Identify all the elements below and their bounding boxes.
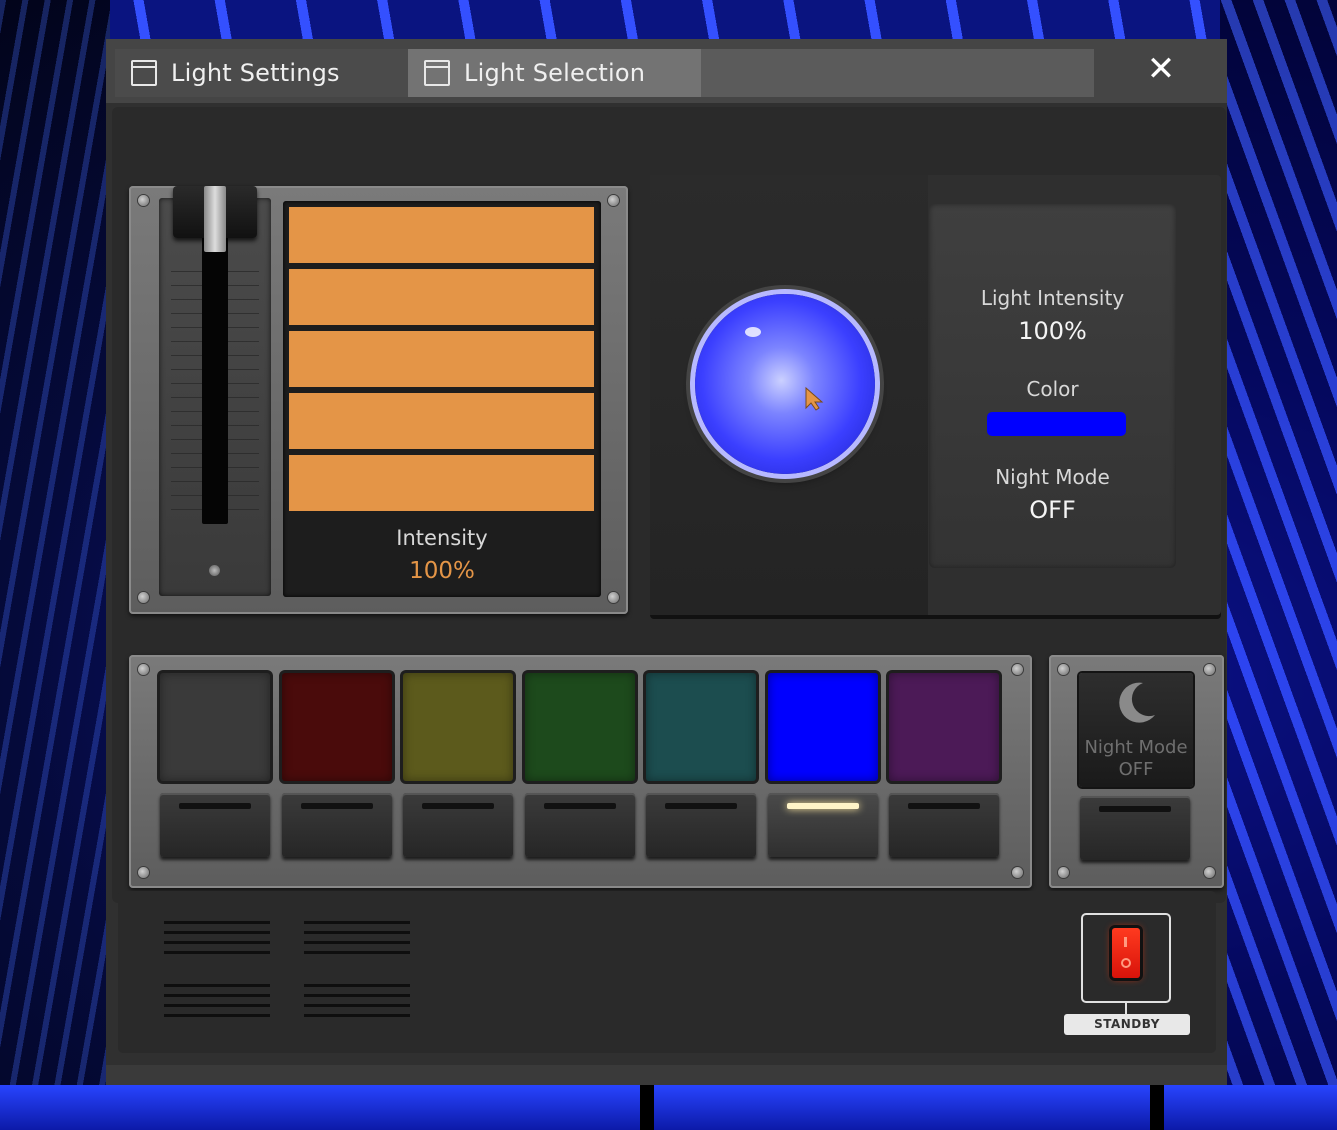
intensity-panel: Intensity 100% (129, 186, 628, 614)
tab-label: Light Selection (464, 59, 646, 87)
screw (138, 592, 149, 603)
tab-label: Light Settings (171, 59, 340, 87)
vent-grille (304, 921, 410, 959)
screw (138, 195, 149, 206)
color-swatch-purple[interactable] (889, 673, 999, 781)
screw (608, 592, 619, 603)
screw (1058, 664, 1069, 675)
color-button-led (908, 803, 980, 809)
background-decoration-top (110, 0, 1220, 40)
night-mode-button[interactable] (1080, 796, 1190, 860)
color-swatch-teal[interactable] (646, 673, 756, 781)
close-button[interactable]: ✕ (1136, 47, 1186, 91)
tab-light-settings[interactable]: Light Settings (115, 49, 408, 97)
color-swatch-gray[interactable] (160, 673, 270, 781)
night-mode-led (1099, 806, 1171, 812)
color-button-led (179, 803, 251, 809)
screw (1204, 867, 1215, 878)
screw (138, 664, 149, 675)
night-mode-text-line2: OFF (1118, 759, 1154, 780)
screw (1204, 664, 1215, 675)
night-mode-indicator: Night Mode OFF (1079, 673, 1193, 787)
mouse-cursor-icon (805, 386, 824, 411)
color-swatch-blue[interactable] (767, 673, 878, 781)
screw (1058, 867, 1069, 878)
light-bulb (695, 294, 875, 474)
bottom-panel: STANDBY (118, 891, 1216, 1053)
light-control-window: Light Settings Light Selection ✕ Intensi… (106, 39, 1227, 1085)
bulb-area (650, 175, 928, 615)
background-decoration-bottom (0, 1085, 1337, 1130)
intensity-bar (289, 207, 594, 263)
screw (1012, 867, 1023, 878)
status-panel: Light Intensity 100% Color Night Mode OF… (929, 204, 1176, 568)
screw (1012, 664, 1023, 675)
color-button-led (786, 803, 859, 809)
color-swatch-green[interactable] (524, 673, 635, 781)
intensity-value: 100% (409, 558, 475, 584)
vent-grille (304, 984, 410, 1022)
slider-grip (204, 186, 226, 252)
intensity-bar (289, 269, 594, 325)
standby-switch[interactable] (1081, 913, 1171, 1003)
slider-indicator-dot (209, 565, 220, 576)
color-button-led (422, 803, 494, 809)
intensity-display: Intensity 100% (283, 201, 601, 597)
night-mode-label: Night Mode (995, 465, 1110, 489)
window-icon (131, 60, 157, 86)
slider-slot (202, 218, 228, 524)
night-mode-text-line1: Night Mode (1084, 737, 1188, 758)
window-footer (106, 1065, 1227, 1085)
light-preview-panel: Light Intensity 100% Color Night Mode OF… (650, 175, 1221, 615)
night-mode-panel: Night Mode OFF (1049, 655, 1224, 888)
color-selector-panel (129, 655, 1032, 888)
tab-light-selection[interactable]: Light Selection (408, 49, 701, 97)
screw (138, 867, 149, 878)
intensity-bar (289, 331, 594, 387)
color-button-purple[interactable] (889, 793, 999, 857)
tab-bar: Light Settings Light Selection ✕ (106, 39, 1227, 103)
color-button-led (665, 803, 737, 809)
color-button-gray[interactable] (160, 793, 270, 857)
color-button-blue[interactable] (767, 793, 878, 857)
background-decoration-left (0, 0, 110, 1130)
screw (608, 195, 619, 206)
intensity-bar (289, 455, 594, 511)
color-swatch (987, 412, 1126, 436)
background-slat (640, 1085, 654, 1130)
vent-grille (164, 921, 270, 959)
intensity-bar (289, 393, 594, 449)
background-decoration-right (1217, 0, 1337, 1130)
control-panel: Intensity 100% Light Intensity 100% Colo… (112, 107, 1226, 903)
intensity-label: Intensity (396, 526, 488, 550)
background-slat (1150, 1085, 1164, 1130)
intensity-slider[interactable] (159, 186, 271, 596)
moon-icon (1119, 682, 1155, 723)
night-mode-text: Night Mode OFF (1079, 737, 1193, 781)
color-button-yellow[interactable] (403, 793, 513, 857)
slider-thumb[interactable] (173, 186, 257, 252)
color-button-green[interactable] (524, 793, 635, 857)
window-icon (424, 60, 450, 86)
standby-label: STANDBY (1064, 1014, 1190, 1035)
color-button-teal[interactable] (646, 793, 756, 857)
color-swatch-red[interactable] (281, 673, 392, 781)
bulb-highlight (745, 327, 761, 337)
light-intensity-value: 100% (1018, 317, 1087, 345)
color-label: Color (1026, 377, 1079, 401)
color-swatch-yellow[interactable] (403, 673, 513, 781)
night-mode-value: OFF (1029, 496, 1076, 524)
close-icon: ✕ (1146, 49, 1176, 89)
color-button-led (543, 803, 616, 809)
power-rocker-switch-icon (1112, 928, 1140, 978)
color-button-led (300, 803, 373, 809)
vent-grille (164, 984, 270, 1022)
tab-bar-filler (701, 49, 1094, 97)
color-button-red[interactable] (281, 793, 392, 857)
light-intensity-label: Light Intensity (980, 286, 1125, 310)
